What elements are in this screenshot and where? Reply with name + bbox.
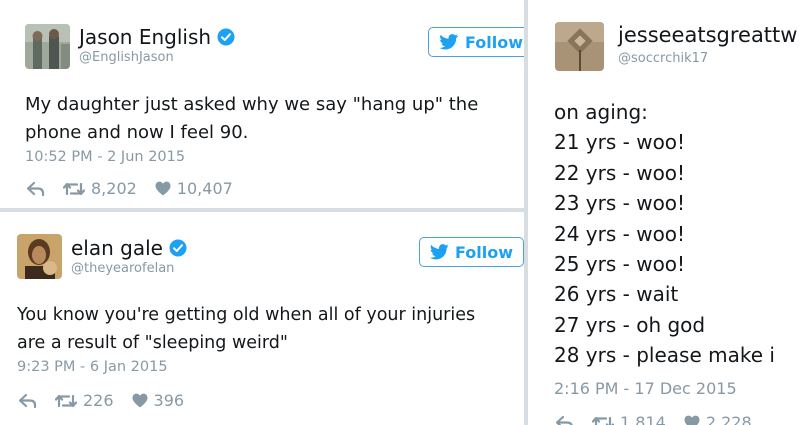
retweet-count: 1,814 [620, 413, 666, 425]
tweet-timestamp[interactable]: 2:16 PM - 17 Dec 2015 [554, 379, 737, 398]
reply-icon [556, 415, 573, 425]
retweet-button[interactable]: 226 [55, 391, 114, 410]
tweet-line: 22 yrs - woo! [554, 160, 686, 185]
like-count: 396 [153, 391, 185, 410]
heart-icon [155, 181, 171, 196]
display-name[interactable]: Jason English [79, 25, 211, 49]
retweet-icon [55, 394, 77, 407]
tweet-timestamp[interactable]: 9:23 PM - 6 Jan 2015 [17, 359, 168, 375]
tweet-actions: 1,814 2,228 [556, 413, 770, 425]
twitter-bird-icon [439, 34, 459, 50]
retweet-button[interactable]: 8,202 [63, 179, 137, 198]
tweet-line: phone and now I feel 90. [25, 122, 249, 143]
reply-button[interactable] [19, 393, 37, 409]
tweet-card-jesseeatsgreattw: jesseeatsgreattw @soccrchik17 on aging: … [528, 0, 799, 425]
like-count: 10,407 [176, 179, 233, 198]
reply-icon [19, 393, 37, 408]
like-button[interactable]: 10,407 [155, 179, 233, 198]
tweet-line: 25 yrs - woo! [554, 252, 686, 277]
tweet-line: 28 yrs - please make i [554, 343, 775, 368]
tweet-line: 26 yrs - wait [554, 282, 679, 307]
retweet-icon [63, 182, 85, 195]
heart-icon [684, 415, 700, 425]
tweet-line: 24 yrs - woo! [554, 221, 686, 246]
tweet-actions: 226 396 [19, 391, 202, 410]
like-count: 2,228 [705, 413, 752, 425]
tweet-text: My daughter just asked why we say "hang … [25, 91, 478, 147]
verified-badge-icon [217, 28, 235, 46]
tweet-line: 27 yrs - oh god [554, 312, 706, 337]
reply-button[interactable] [27, 181, 45, 197]
tweet-actions: 8,202 10,407 [27, 179, 251, 198]
follow-button[interactable]: Follow [419, 237, 524, 267]
retweet-button[interactable]: 1,814 [592, 413, 666, 425]
tweet-line: My daughter just asked why we say "hang … [25, 94, 479, 115]
reply-button[interactable] [556, 415, 574, 425]
tweet-line: on aging: [554, 100, 648, 124]
retweet-count: 226 [83, 391, 114, 410]
avatar[interactable] [25, 24, 70, 69]
tweet-timestamp[interactable]: 10:52 PM - 2 Jun 2015 [25, 149, 185, 165]
tweet-text: You know you're getting old when all of … [17, 301, 475, 357]
retweet-count: 8,202 [91, 179, 137, 198]
user-handle[interactable]: @EnglishJason [79, 50, 174, 65]
user-handle[interactable]: @theyearofelan [71, 261, 174, 276]
follow-button[interactable]: Follow [428, 27, 524, 57]
tweet-line: You know you're getting old when all of … [17, 305, 476, 325]
avatar[interactable] [555, 22, 604, 71]
follow-label: Follow [465, 32, 524, 52]
verified-badge-icon [169, 239, 187, 257]
retweet-icon [592, 416, 614, 425]
like-button[interactable]: 2,228 [684, 413, 752, 425]
display-name[interactable]: jesseeatsgreattw [618, 23, 797, 47]
heart-icon [132, 393, 148, 408]
reply-icon [27, 181, 45, 196]
user-handle[interactable]: @soccrchik17 [618, 51, 708, 66]
tweet-card-elan-gale: elan gale @theyearofelan Follow You know… [0, 212, 524, 425]
like-button[interactable]: 396 [132, 391, 185, 410]
tweet-text: on aging: 21 yrs - woo! 22 yrs - woo! 23… [554, 97, 775, 371]
tweet-line: 23 yrs - woo! [554, 191, 686, 216]
avatar[interactable] [17, 234, 62, 279]
tweet-card-jason-english: Jason English @EnglishJason Follow My da… [0, 0, 524, 208]
tweet-line: are a result of "sleeping weird" [17, 333, 288, 353]
tweet-line: 21 yrs - woo! [554, 130, 686, 155]
follow-label: Follow [454, 242, 513, 262]
twitter-bird-icon [430, 244, 449, 260]
display-name[interactable]: elan gale [71, 236, 163, 260]
